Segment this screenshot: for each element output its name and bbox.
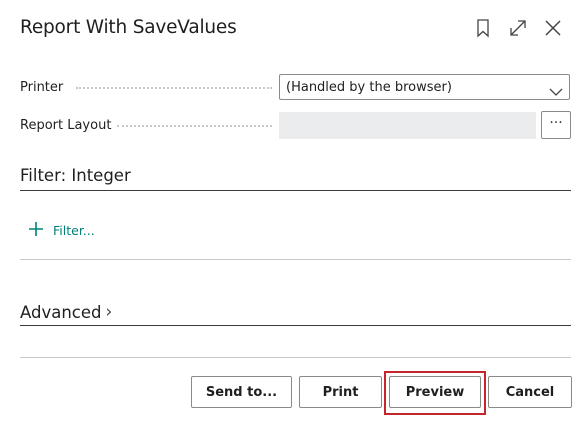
preview-highlight-box: [384, 371, 486, 415]
filter-area-divider: [20, 259, 571, 260]
close-icon[interactable]: [542, 17, 564, 39]
chevron-down-icon: [549, 82, 563, 101]
printer-select[interactable]: (Handled by the browser): [279, 74, 570, 100]
report-layout-field[interactable]: [279, 112, 536, 139]
report-layout-label: Report Layout: [20, 118, 112, 133]
dialog-title: Report With SaveValues: [20, 17, 237, 38]
advanced-section-divider: [20, 325, 571, 326]
cancel-button[interactable]: Cancel: [488, 376, 572, 408]
plus-icon: [27, 220, 53, 241]
print-button[interactable]: Print: [299, 376, 382, 408]
advanced-section-title: Advanced: [20, 302, 102, 322]
footer-divider: [20, 357, 571, 358]
advanced-section-toggle[interactable]: Advanced ›: [20, 302, 112, 322]
send-to-button[interactable]: Send to...: [191, 376, 292, 408]
report-layout-dots-divider: [117, 125, 272, 127]
bookmark-icon[interactable]: [472, 17, 494, 39]
add-filter-link[interactable]: Filter...: [27, 220, 95, 241]
expand-icon[interactable]: [507, 17, 529, 39]
chevron-right-icon: ›: [105, 302, 113, 322]
printer-select-value: (Handled by the browser): [286, 80, 452, 95]
report-layout-lookup-button[interactable]: ···: [541, 111, 571, 139]
printer-dots-divider: [76, 87, 272, 89]
add-filter-label: Filter...: [53, 223, 95, 238]
filter-section-divider: [20, 190, 571, 191]
filter-section-title[interactable]: Filter: Integer: [20, 166, 131, 185]
printer-label: Printer: [20, 80, 64, 95]
